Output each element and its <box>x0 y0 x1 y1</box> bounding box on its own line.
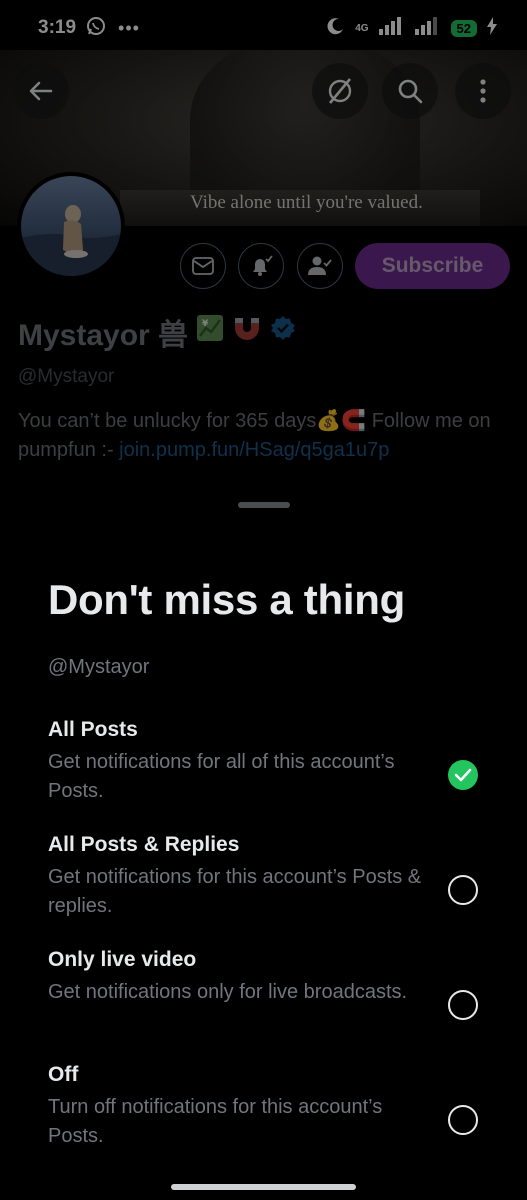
verified-badge-icon[interactable] <box>270 315 296 349</box>
sheet-title: Don't miss a thing <box>48 576 405 623</box>
moon-icon <box>327 17 345 40</box>
status-time: 3:19 <box>38 17 77 38</box>
option-title: Off <box>48 1063 79 1086</box>
option-title: Only live video <box>48 948 197 971</box>
option-only-live-video[interactable]: Only live video Get notifications only f… <box>48 948 488 1007</box>
charging-icon <box>487 16 497 40</box>
svg-text:¥: ¥ <box>202 319 209 329</box>
profile-bio: You can’t be unlucky for 365 days💰🧲 Foll… <box>18 407 498 465</box>
signal-icon <box>378 16 405 40</box>
display-name-row: Mystayor 兽 ¥ <box>18 310 296 354</box>
radio-only-live-video[interactable] <box>448 990 478 1020</box>
search-icon <box>398 79 423 104</box>
avatar-image <box>21 176 121 276</box>
option-description: Get notifications for this account’s Pos… <box>48 866 422 917</box>
envelope-icon <box>192 257 214 275</box>
user-check-icon <box>308 256 332 275</box>
chart-emoji-icon: ¥ <box>196 314 224 350</box>
display-name: Mystayor 兽 <box>18 319 189 352</box>
home-indicator[interactable] <box>171 1184 356 1190</box>
radio-all-posts-replies[interactable] <box>448 875 478 905</box>
option-title: All Posts <box>48 718 138 741</box>
banner-caption: Vibe alone until you're valued. <box>190 192 423 213</box>
notifications-button[interactable] <box>238 243 284 289</box>
more-button[interactable] <box>455 63 511 119</box>
network-type: 4G <box>355 22 369 34</box>
checkmark-icon <box>454 768 472 782</box>
battery-level: 52 <box>450 19 477 37</box>
whatsapp-icon <box>86 16 106 41</box>
option-all-posts-replies[interactable]: All Posts & Replies Get notifications fo… <box>48 833 488 921</box>
arrow-left-icon <box>29 81 53 101</box>
bio-link[interactable]: join.pump.fun/HSag/q5ga1u7p <box>119 439 389 461</box>
option-description: Get notifications for all of this accoun… <box>48 751 395 802</box>
more-notifications-icon: ••• <box>118 17 140 38</box>
radio-all-posts[interactable] <box>448 760 478 790</box>
status-bar: 3:19 ••• 4G 52 <box>0 0 527 56</box>
option-off[interactable]: Off Turn off notifications for this acco… <box>48 1063 488 1151</box>
sheet-drag-handle[interactable] <box>238 502 290 508</box>
bell-check-icon <box>253 255 273 276</box>
magnet-icon <box>232 314 262 350</box>
sheet-handle: @Mystayor <box>48 656 150 678</box>
avatar[interactable] <box>17 172 125 280</box>
following-button[interactable] <box>297 243 343 289</box>
subscribe-button[interactable]: Subscribe <box>355 243 510 289</box>
search-button[interactable] <box>382 63 438 119</box>
grok-icon <box>328 78 352 104</box>
message-button[interactable] <box>180 243 226 289</box>
radio-off[interactable] <box>448 1105 478 1135</box>
option-description: Turn off notifications for this account’… <box>48 1096 383 1147</box>
signal-2-icon <box>414 16 441 40</box>
back-button[interactable] <box>13 63 69 119</box>
grok-button[interactable] <box>312 63 368 119</box>
option-description: Get notifications only for live broadcas… <box>48 981 408 1003</box>
option-title: All Posts & Replies <box>48 833 240 856</box>
option-all-posts[interactable]: All Posts Get notifications for all of t… <box>48 718 488 806</box>
profile-handle: @Mystayor <box>18 366 115 387</box>
more-vertical-icon <box>480 79 486 103</box>
